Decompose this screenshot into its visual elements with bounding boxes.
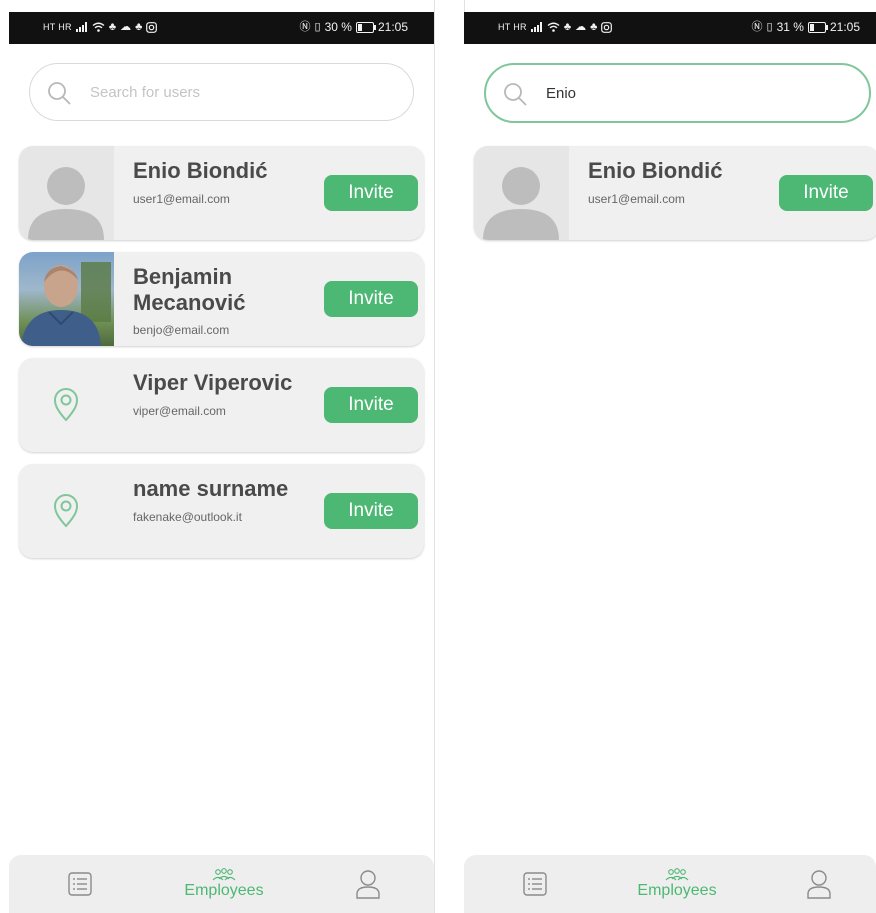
invite-button[interactable]: Invite xyxy=(324,493,418,529)
avatar xyxy=(19,358,114,452)
bottom-nav: Employees xyxy=(464,855,876,913)
clock: 21:05 xyxy=(829,20,860,34)
user-name: Viper Viperovic xyxy=(133,370,293,395)
list-icon xyxy=(523,872,547,896)
wifi-icon xyxy=(92,22,105,32)
avatar-photo xyxy=(19,252,114,346)
user-photo xyxy=(21,262,111,346)
nav-list[interactable] xyxy=(59,855,101,913)
battery-percent: 31 % xyxy=(776,20,804,34)
carrier-label: HT HR xyxy=(43,22,72,32)
profile-icon xyxy=(356,870,380,899)
status-bar: HT HR ♣ ☁ ♣ Ⓝ ▯ 30 % 21:05 xyxy=(9,12,434,44)
carrier-label: HT HR xyxy=(498,22,527,32)
panel-divider xyxy=(434,0,435,913)
nfc-icon: Ⓝ xyxy=(751,21,763,33)
user-card: Viper Viperovic viper@email.com Invite xyxy=(19,358,424,452)
nav-employees[interactable]: Employees xyxy=(622,855,732,913)
notification-icon: ♣ xyxy=(108,21,117,33)
notification-icon: ♣ xyxy=(590,21,598,33)
user-card: name surname fakenake@outlook.it Invite xyxy=(19,464,424,558)
nav-profile[interactable] xyxy=(798,855,840,913)
vibrate-icon: ▯ xyxy=(766,21,773,33)
nav-label-employees: Employees xyxy=(184,882,264,899)
phone-screen-right: HT HR ♣ ☁ ♣ Ⓝ ▯ 31 % 21:05 Enio Biondić … xyxy=(464,12,876,913)
nav-label-employees: Employees xyxy=(637,882,717,899)
user-name: Enio Biondić xyxy=(588,158,723,183)
user-email: user1@email.com xyxy=(588,192,685,206)
nav-employees[interactable]: Employees xyxy=(169,855,279,913)
nav-profile[interactable] xyxy=(347,855,389,913)
employees-icon xyxy=(665,868,689,881)
invite-button[interactable]: Invite xyxy=(779,175,873,211)
battery-icon xyxy=(355,21,376,33)
search-input[interactable] xyxy=(90,77,390,107)
location-pin-icon xyxy=(53,494,79,528)
user-name: Benjamin Mecanović xyxy=(133,264,246,315)
employees-icon xyxy=(212,868,236,881)
search-icon xyxy=(48,82,71,105)
avatar xyxy=(474,146,569,240)
clock: 21:05 xyxy=(377,20,408,34)
default-avatar-icon xyxy=(28,167,104,240)
user-email: fakenake@outlook.it xyxy=(133,510,242,524)
search-bar[interactable] xyxy=(484,63,871,123)
battery-icon xyxy=(807,21,828,33)
search-input[interactable] xyxy=(546,78,846,108)
user-name: Enio Biondić xyxy=(133,158,268,183)
bottom-nav: Employees xyxy=(9,855,434,913)
instagram-icon xyxy=(601,21,613,33)
status-bar: HT HR ♣ ☁ ♣ Ⓝ ▯ 31 % 21:05 xyxy=(464,12,876,44)
signal-icon xyxy=(530,22,542,32)
phone-screen-left: HT HR ♣ ☁ ♣ Ⓝ ▯ 30 % 21:05 Enio Biondić … xyxy=(9,12,434,913)
location-pin-icon xyxy=(53,388,79,422)
vibrate-icon: ▯ xyxy=(314,21,321,33)
nav-list[interactable] xyxy=(514,855,556,913)
profile-icon xyxy=(807,870,831,899)
cloud-icon: ☁ xyxy=(575,21,587,33)
user-card: Enio Biondić user1@email.com Invite xyxy=(474,146,876,240)
invite-button[interactable]: Invite xyxy=(324,281,418,317)
invite-button[interactable]: Invite xyxy=(324,387,418,423)
notification-icon: ♣ xyxy=(563,21,572,33)
avatar xyxy=(19,146,114,240)
user-email: viper@email.com xyxy=(133,404,226,418)
user-card: Enio Biondić user1@email.com Invite xyxy=(19,146,424,240)
invite-button[interactable]: Invite xyxy=(324,175,418,211)
list-icon xyxy=(68,872,92,896)
avatar xyxy=(19,464,114,558)
signal-icon xyxy=(75,22,87,32)
user-email: benjo@email.com xyxy=(133,323,230,337)
instagram-icon xyxy=(146,21,158,33)
user-email: user1@email.com xyxy=(133,192,230,206)
user-card: Benjamin Mecanović benjo@email.com Invit… xyxy=(19,252,424,346)
notification-icon: ♣ xyxy=(135,21,143,33)
user-name: name surname xyxy=(133,476,289,501)
nfc-icon: Ⓝ xyxy=(299,21,311,33)
cloud-icon: ☁ xyxy=(120,21,132,33)
search-icon xyxy=(504,83,527,106)
default-avatar-icon xyxy=(483,167,559,240)
battery-percent: 30 % xyxy=(324,20,352,34)
wifi-icon xyxy=(547,22,560,32)
search-bar[interactable] xyxy=(29,63,414,121)
